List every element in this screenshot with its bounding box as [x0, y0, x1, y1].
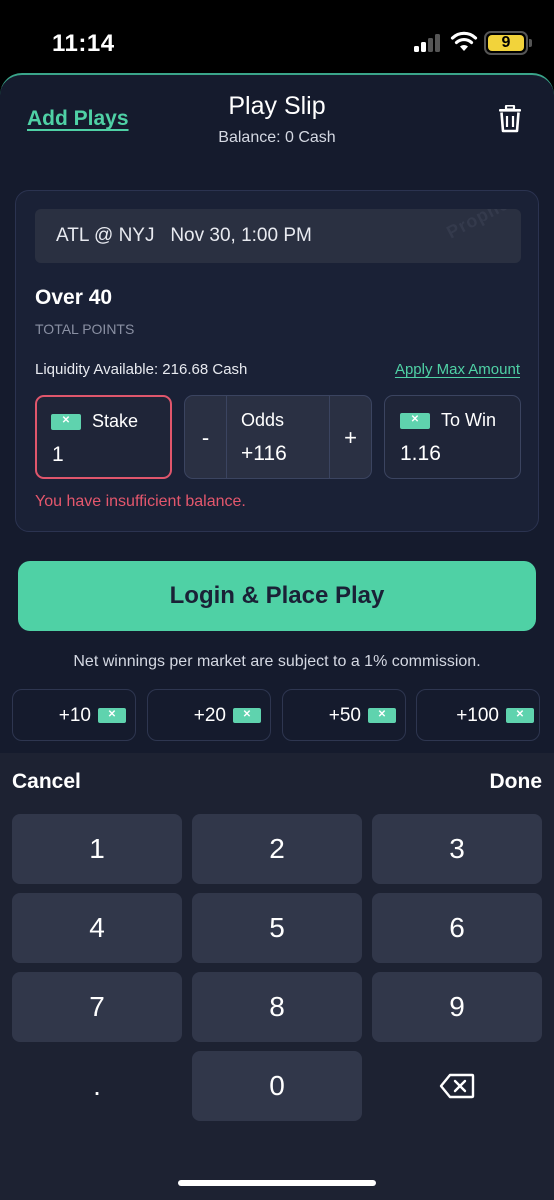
- stake-input[interactable]: Stake 1: [35, 395, 172, 479]
- status-time: 11:14: [52, 30, 115, 57]
- key-5[interactable]: 5: [192, 893, 362, 963]
- key-1[interactable]: 1: [12, 814, 182, 884]
- apply-max-amount-link[interactable]: Apply Max Amount: [395, 361, 520, 378]
- home-indicator[interactable]: [178, 1180, 376, 1186]
- key-decimal[interactable]: .: [12, 1051, 182, 1121]
- backspace-key[interactable]: [372, 1051, 542, 1121]
- cash-icon: [51, 414, 81, 430]
- quick-amount-button[interactable]: +10: [12, 689, 136, 741]
- battery-level: 9: [488, 35, 524, 51]
- key-8[interactable]: 8: [192, 972, 362, 1042]
- play-slip-sheet: Add Plays Play Slip Balance: 0 Cash ATL …: [0, 73, 554, 753]
- quick-amount-label: +10: [58, 705, 91, 726]
- market-line: Over 40: [35, 286, 113, 309]
- cash-icon: [98, 708, 126, 723]
- backspace-icon: [439, 1073, 475, 1099]
- to-win-input[interactable]: To Win 1.16: [384, 395, 521, 479]
- cash-icon: [506, 708, 534, 723]
- event-matchup: ATL @ NYJ Nov 30, 1:00 PM: [56, 225, 312, 246]
- key-2[interactable]: 2: [192, 814, 362, 884]
- liquidity-text: Liquidity Available: 216.68 Cash: [35, 361, 248, 378]
- cellular-signal-icon: [414, 34, 442, 52]
- to-win-value: 1.16: [400, 442, 441, 465]
- odds-value[interactable]: +116: [241, 442, 287, 466]
- keyboard-done-button[interactable]: Done: [490, 770, 543, 794]
- odds-increase-button[interactable]: +: [329, 396, 371, 478]
- wifi-icon: [450, 31, 478, 51]
- odds-stepper: - Odds +116 +: [184, 395, 372, 479]
- prophetx-watermark: ProphetX: [443, 209, 521, 243]
- trash-icon[interactable]: [498, 105, 522, 133]
- error-message: You have insufficient balance.: [35, 493, 246, 510]
- key-9[interactable]: 9: [372, 972, 542, 1042]
- cash-icon: [400, 413, 430, 429]
- keyboard-cancel-button[interactable]: Cancel: [12, 770, 81, 794]
- key-6[interactable]: 6: [372, 893, 542, 963]
- stake-label: Stake: [92, 411, 139, 431]
- market-type: TOTAL POINTS: [35, 321, 135, 337]
- to-win-label: To Win: [441, 410, 497, 430]
- odds-label: Odds: [241, 410, 285, 430]
- quick-amount-label: +50: [328, 705, 361, 726]
- play-card: ATL @ NYJ Nov 30, 1:00 PM ProphetX Over …: [15, 190, 539, 532]
- cash-icon: [233, 708, 261, 723]
- quick-amount-label: +20: [193, 705, 226, 726]
- quick-amount-button[interactable]: +100: [416, 689, 540, 741]
- numeric-keyboard: Cancel Done 1 2 3 4 5 6 7 8 9 . 0: [0, 753, 554, 1200]
- quick-amount-button[interactable]: +50: [282, 689, 406, 741]
- key-7[interactable]: 7: [12, 972, 182, 1042]
- quick-amount-label: +100: [456, 705, 499, 726]
- cash-icon: [368, 708, 396, 723]
- commission-note: Net winnings per market are subject to a…: [73, 653, 481, 670]
- battery-icon: 9: [484, 31, 532, 55]
- event-bar: ATL @ NYJ Nov 30, 1:00 PM ProphetX: [35, 209, 521, 263]
- key-0[interactable]: 0: [192, 1051, 362, 1121]
- status-bar: 11:14 9: [0, 0, 554, 80]
- key-3[interactable]: 3: [372, 814, 542, 884]
- quick-amount-button[interactable]: +20: [147, 689, 271, 741]
- page-title: Play Slip: [228, 92, 326, 120]
- stake-value: 1: [52, 443, 64, 466]
- balance-text: Balance: 0 Cash: [218, 129, 336, 146]
- odds-decrease-button[interactable]: -: [185, 396, 227, 478]
- login-place-play-button[interactable]: Login & Place Play: [18, 561, 536, 631]
- key-4[interactable]: 4: [12, 893, 182, 963]
